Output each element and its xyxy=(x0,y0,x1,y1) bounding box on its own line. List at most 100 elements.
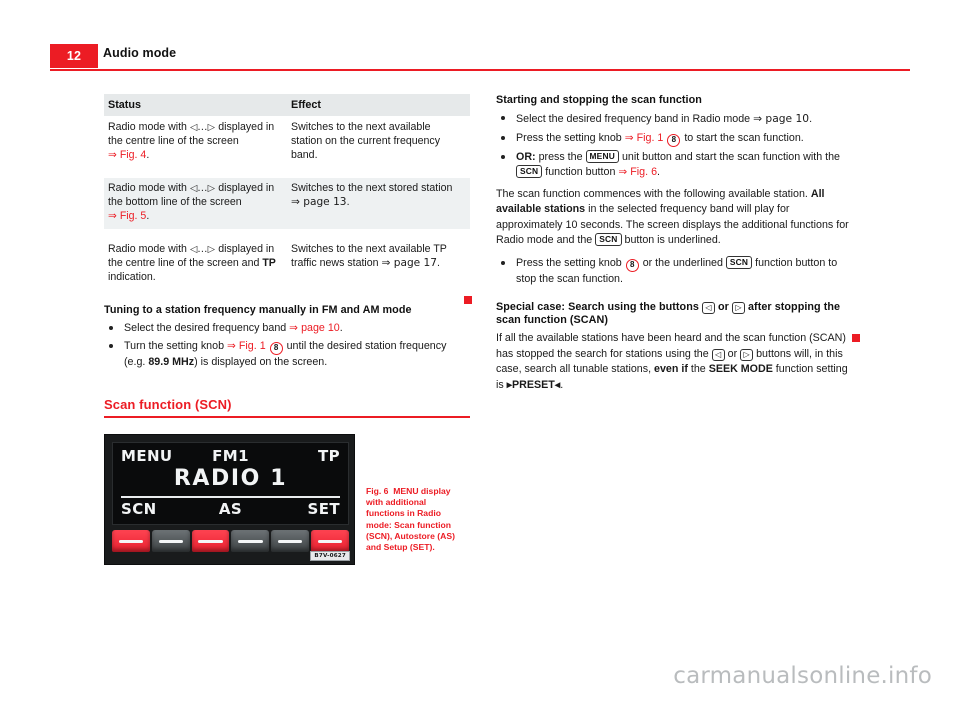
table-row: Radio mode with ◁...▷ displayed in the c… xyxy=(104,116,470,169)
bullet-icon xyxy=(501,135,505,140)
knob-callout-8: 8 xyxy=(625,258,639,272)
cell-effect: Switches to the next available TP traffi… xyxy=(287,239,470,290)
end-of-section-marker xyxy=(852,334,860,342)
bullet-icon xyxy=(501,116,505,120)
scan-function-section-header: Scan function (SCN) xyxy=(104,397,470,418)
xref-page-17[interactable]: ⇒ page 17 xyxy=(381,257,437,269)
button-dash-icon xyxy=(158,540,183,543)
list-item: Press the setting knob 8 or the underlin… xyxy=(496,255,858,288)
display-tp-label: TP xyxy=(317,446,340,465)
column-header-effect: Effect xyxy=(287,94,470,118)
scan-start-list: Select the desired frequency band in Rad… xyxy=(496,111,858,181)
cell-effect: Switches to the next stored station ⇒ pa… xyxy=(287,178,470,230)
figure-6: MENU FM1 TP RADIO 1 SCN AS SET B7V-0627 … xyxy=(104,433,470,565)
list-item: OR: press the MENU unit button and start… xyxy=(496,149,858,181)
cell-effect: Switches to the next available station o… xyxy=(287,116,470,169)
scn-button-glyph: SCN xyxy=(516,165,543,179)
figure-caption: Fig. 6 MENU display with additional func… xyxy=(366,486,466,554)
table-row-separator xyxy=(104,229,470,240)
section-divider xyxy=(104,416,470,418)
table-row: Radio mode with ◁...▷ displayed in the b… xyxy=(104,178,470,230)
scan-start-heading: Starting and stopping the scan function xyxy=(496,94,702,106)
knob-callout-8: 8 xyxy=(667,133,681,147)
special-case-paragraph: If all the available stations have been … xyxy=(496,332,848,391)
display-set-label: SET xyxy=(307,499,340,518)
button-dash-icon xyxy=(198,540,223,543)
list-item: Press the setting knob ⇒ Fig. 1 8 to sta… xyxy=(496,131,858,147)
radio-head-unit: MENU FM1 TP RADIO 1 SCN AS SET B7V-0627 xyxy=(104,433,355,565)
xref-page-10[interactable]: ⇒ page 10 xyxy=(753,112,809,125)
xref-fig-1[interactable]: ⇒ Fig. 1 xyxy=(227,340,266,352)
column-header-status: Status xyxy=(104,94,287,118)
button-dash-icon xyxy=(317,540,343,543)
function-button-6 xyxy=(311,529,349,552)
xref-page-13[interactable]: ⇒ page 13 xyxy=(291,196,347,208)
figure-caption-label: Fig. 6 xyxy=(366,485,389,496)
function-button-2 xyxy=(151,529,190,552)
left-right-symbol: ◁...▷ xyxy=(189,122,216,134)
seek-mode-label: SEEK MODE xyxy=(708,363,773,376)
display-as-label: AS xyxy=(218,499,243,518)
display-station-name: RADIO 1 xyxy=(173,465,288,491)
scan-stop-list: Press the setting knob 8 or the underlin… xyxy=(496,255,858,288)
page-header: 12 Audio mode xyxy=(50,44,910,72)
radio-display-screen: MENU FM1 TP RADIO 1 SCN AS SET xyxy=(112,441,349,525)
end-of-section-marker xyxy=(464,296,472,304)
page-number-badge: 12 xyxy=(50,44,98,68)
knob-callout-8: 8 xyxy=(269,342,283,356)
button-dash-icon xyxy=(118,540,144,543)
tuning-heading: Tuning to a station frequency manually i… xyxy=(104,303,412,316)
or-label: OR: xyxy=(516,150,536,163)
cell-status: Radio mode with ◁...▷ displayed in the b… xyxy=(104,178,287,230)
scan-description-paragraph: The scan function commences with the fol… xyxy=(496,187,849,247)
scn-button-glyph: SCN xyxy=(595,233,622,247)
xref-fig-4[interactable]: ⇒ Fig. 4 xyxy=(108,149,146,161)
even-if-emphasis: even if xyxy=(654,363,688,376)
display-scn-label: SCN xyxy=(121,499,157,518)
frequency-value: 89.9 MHz xyxy=(148,356,195,369)
special-case-heading: Special case: Search using the buttons ◁… xyxy=(496,301,841,327)
table-row: Radio mode with ◁...▷ displayed in the c… xyxy=(104,239,470,290)
cell-status: Radio mode with ◁...▷ displayed in the c… xyxy=(104,116,287,169)
bullet-icon xyxy=(109,325,113,330)
watermark: carmanualsonline.info xyxy=(673,663,932,689)
table-header-row: Status Effect xyxy=(104,94,470,118)
list-item: Turn the setting knob ⇒ Fig. 1 8 until t… xyxy=(104,339,470,371)
seek-left-button-icon: ◁ xyxy=(711,348,725,361)
seek-right-button-icon: ▷ xyxy=(731,302,745,315)
list-item: Select the desired frequency band ⇒ page… xyxy=(104,321,470,337)
button-dash-icon xyxy=(278,540,303,543)
table-row-separator xyxy=(104,168,470,179)
bullet-icon xyxy=(109,344,113,349)
function-button-3 xyxy=(191,529,230,552)
list-item: Select the desired frequency band in Rad… xyxy=(496,111,858,128)
scn-button-glyph: SCN xyxy=(725,255,753,269)
function-button-4 xyxy=(231,529,270,552)
display-band-label: FM1 xyxy=(212,446,249,465)
header-divider xyxy=(50,69,910,71)
xref-fig-1[interactable]: ⇒ Fig. 1 xyxy=(625,132,664,144)
function-button-5 xyxy=(271,529,310,552)
preset-setting-value: ▸PRESET◂ xyxy=(506,378,561,391)
status-effect-table: Status Effect Radio mode with ◁...▷ disp… xyxy=(104,94,470,290)
left-column: Status Effect Radio mode with ◁...▷ disp… xyxy=(104,94,470,565)
left-right-symbol: ◁...▷ xyxy=(189,244,216,256)
bullet-icon xyxy=(501,154,505,159)
manual-page: 12 Audio mode Status Effect Radio mode w… xyxy=(0,0,960,701)
display-divider-line xyxy=(121,495,340,498)
xref-fig-6[interactable]: ⇒ Fig. 6 xyxy=(618,166,657,178)
tuning-steps-list: Select the desired frequency band ⇒ page… xyxy=(104,321,470,371)
seek-left-button-icon: ◁ xyxy=(701,302,715,315)
button-dash-icon xyxy=(238,540,263,543)
figure-code: B7V-0627 xyxy=(310,550,350,561)
tp-label: TP xyxy=(262,257,276,270)
function-button-1 xyxy=(112,529,150,552)
bullet-icon xyxy=(501,260,505,265)
xref-fig-5[interactable]: ⇒ Fig. 5 xyxy=(108,210,146,222)
left-right-symbol: ◁...▷ xyxy=(189,183,216,195)
radio-function-button-row xyxy=(112,529,349,552)
right-column: Starting and stopping the scan function … xyxy=(496,94,858,400)
xref-page-10[interactable]: ⇒ page 10 xyxy=(289,322,340,334)
seek-right-button-icon: ▷ xyxy=(740,348,754,361)
section-title: Scan function (SCN) xyxy=(104,397,232,412)
